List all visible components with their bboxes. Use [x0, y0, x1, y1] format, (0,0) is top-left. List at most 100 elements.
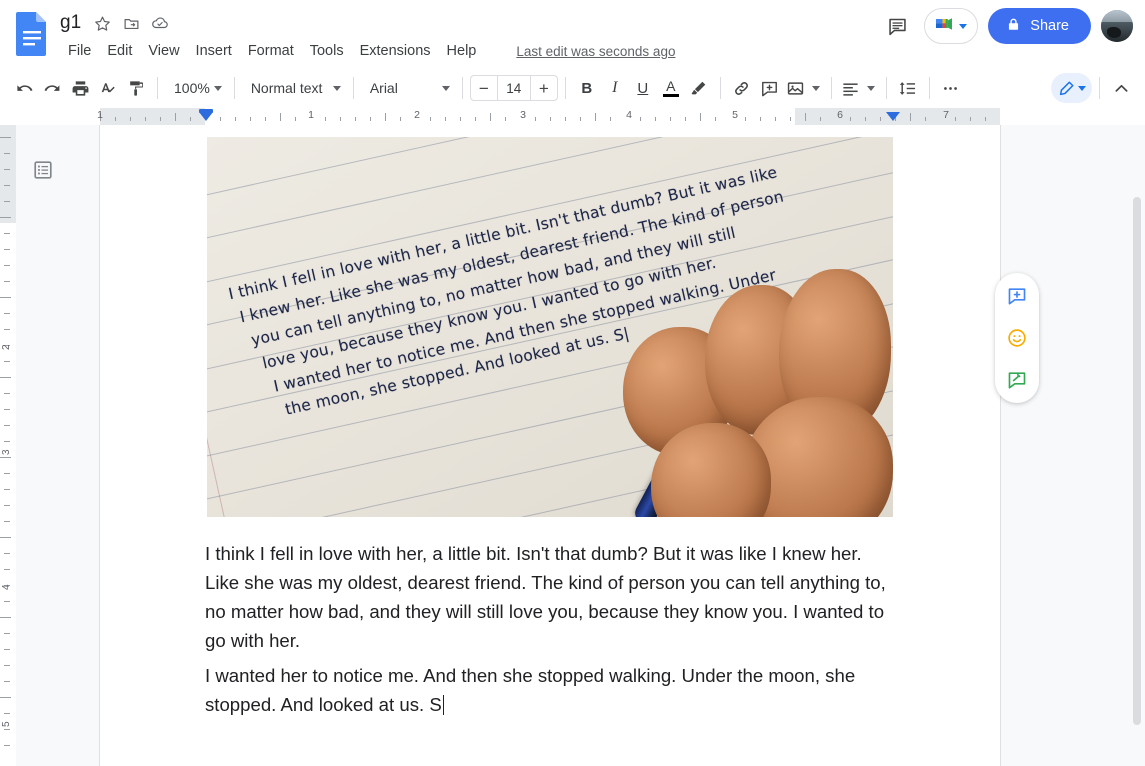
add-comment-icon[interactable] — [1001, 280, 1033, 312]
chevron-down-icon — [866, 85, 875, 91]
more-options-icon[interactable] — [937, 74, 965, 102]
chevron-down-icon — [441, 85, 450, 91]
highlight-pen-icon[interactable] — [685, 74, 713, 102]
emoji-reaction-icon[interactable] — [1001, 322, 1033, 354]
paragraph-text: I wanted her to notice me. And then she … — [205, 665, 856, 715]
toolbar-divider — [885, 77, 887, 99]
document-title[interactable]: g1 — [60, 12, 83, 34]
font-size-increase-button[interactable]: + — [531, 76, 557, 100]
vertical-scrollbar[interactable] — [1132, 125, 1142, 766]
scrollbar-thumb[interactable] — [1133, 197, 1141, 725]
font-size-stepper: − + — [469, 75, 558, 101]
align-dropdown[interactable] — [863, 74, 879, 102]
menu-insert[interactable]: Insert — [188, 40, 240, 62]
ruler-track: 1 1 2 3 4 5 6 7 — [0, 108, 1145, 125]
bold-label: B — [581, 79, 593, 97]
text-color-letter: A — [666, 78, 676, 94]
move-to-folder-icon[interactable] — [121, 13, 141, 33]
ruler-number: 5 — [732, 109, 738, 121]
vertical-ruler-content-area — [0, 223, 16, 766]
toolbar-divider — [461, 77, 463, 99]
chevron-down-icon[interactable] — [959, 23, 968, 29]
vertical-ruler-number: 5 — [1, 721, 12, 727]
toolbar-divider — [830, 77, 832, 99]
toolbar-divider — [157, 77, 158, 99]
zoom-selector[interactable]: 100% — [165, 74, 227, 102]
toolbar-divider — [564, 77, 566, 99]
suggest-edit-icon[interactable] — [1001, 364, 1033, 396]
ruler-number: 6 — [837, 109, 843, 121]
lock-icon — [1006, 17, 1021, 36]
italic-label: I — [612, 79, 618, 96]
comment-icon[interactable] — [880, 9, 914, 43]
image-hand-with-pen — [593, 227, 893, 517]
ruler-number: 1 — [97, 109, 103, 121]
font-size-input[interactable] — [496, 76, 531, 100]
document-page[interactable]: I think I fell in love with her, a littl… — [100, 125, 1000, 766]
formatting-toolbar: 100% Normal text Arial − + B I U A — [0, 68, 1145, 108]
text-color-button[interactable]: A — [657, 74, 685, 102]
align-left-icon[interactable] — [839, 74, 863, 102]
chevron-up-icon[interactable] — [1107, 74, 1135, 102]
inserted-image[interactable]: I think I fell in love with her, a littl… — [207, 137, 893, 517]
first-line-indent-marker[interactable] — [199, 112, 213, 121]
italic-button[interactable]: I — [601, 74, 629, 102]
chevron-down-icon — [332, 85, 341, 91]
toolbar-divider — [719, 77, 721, 99]
line-spacing-icon[interactable] — [894, 74, 922, 102]
paragraph-style-selector[interactable]: Normal text — [242, 74, 346, 102]
google-docs-icon[interactable] — [14, 10, 50, 58]
menu-help[interactable]: Help — [439, 40, 485, 62]
document-paragraph[interactable]: I wanted her to notice me. And then she … — [205, 661, 895, 719]
ruler-content-area — [205, 108, 795, 125]
redo-icon[interactable] — [38, 74, 66, 102]
text-color-swatch — [662, 94, 679, 97]
ruler-number: 7 — [943, 109, 949, 121]
insert-link-icon[interactable] — [728, 74, 756, 102]
menu-file[interactable]: File — [60, 40, 99, 62]
menu-view[interactable]: View — [140, 40, 187, 62]
insert-image-dropdown[interactable] — [808, 74, 824, 102]
last-edit-status[interactable]: Last edit was seconds ago — [516, 44, 675, 59]
share-button-label: Share — [1030, 18, 1069, 34]
document-outline-icon[interactable] — [28, 155, 58, 185]
add-comment-icon[interactable] — [756, 74, 784, 102]
star-icon[interactable] — [92, 13, 112, 33]
undo-icon[interactable] — [10, 74, 38, 102]
avatar[interactable] — [1101, 10, 1133, 42]
vertical-ruler-number: 4 — [1, 584, 12, 590]
page-content: I think I fell in love with her, a littl… — [100, 125, 1000, 719]
avatar-subject — [1106, 26, 1122, 38]
underline-button[interactable]: U — [629, 74, 657, 102]
zoom-value: 100% — [174, 80, 210, 96]
horizontal-ruler[interactable]: 1 1 2 3 4 5 6 7 — [0, 108, 1145, 125]
bold-button[interactable]: B — [573, 74, 601, 102]
vertical-ruler[interactable]: 2 3 4 5 — [0, 125, 16, 766]
google-meet-icon — [932, 12, 956, 41]
menu-extensions[interactable]: Extensions — [352, 40, 439, 62]
chevron-down-icon[interactable] — [1078, 85, 1086, 91]
font-size-decrease-button[interactable]: − — [471, 76, 497, 100]
ruler-number: 1 — [308, 109, 314, 121]
document-paragraph[interactable]: I think I fell in love with her, a littl… — [205, 539, 895, 655]
cloud-saved-icon[interactable] — [150, 13, 170, 33]
print-icon[interactable] — [66, 74, 94, 102]
editing-mode-button[interactable] — [1051, 73, 1092, 103]
menu-tools[interactable]: Tools — [302, 40, 352, 62]
paragraph-style-value: Normal text — [250, 80, 323, 96]
share-button[interactable]: Share — [988, 8, 1091, 44]
underline-label: U — [637, 79, 649, 97]
paint-format-icon[interactable] — [122, 74, 150, 102]
right-indent-marker[interactable] — [886, 112, 900, 121]
insert-image-icon[interactable] — [784, 74, 808, 102]
toolbar-divider — [1099, 77, 1100, 99]
toolbar-divider — [352, 77, 354, 99]
font-family-selector[interactable]: Arial — [361, 74, 455, 102]
menu-edit[interactable]: Edit — [99, 40, 140, 62]
chevron-down-icon — [811, 85, 820, 91]
spellcheck-icon[interactable] — [94, 74, 122, 102]
start-meeting-button[interactable] — [924, 8, 979, 44]
menu-format[interactable]: Format — [240, 40, 302, 62]
ruler-number: 3 — [520, 109, 526, 121]
floating-action-bar — [995, 273, 1039, 403]
